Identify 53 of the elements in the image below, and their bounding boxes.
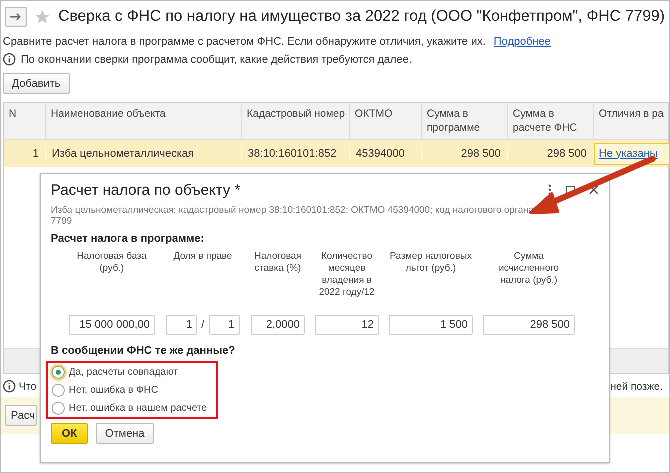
window-title: Сверка с ФНС по налогу на имущество за 2022 год (ООО "Конфетпром", ФНС 7799) (58, 8, 665, 26)
input-field[interactable]: 2,0000 (251, 315, 305, 335)
question-heading: В сообщении ФНС те же данные? (51, 345, 236, 357)
table-cell: 45394000 (350, 148, 422, 160)
star-icon[interactable] (35, 8, 51, 26)
column-header: ОКТМО (350, 103, 422, 139)
field-label: Налоговая ставка (%) (254, 251, 302, 275)
cancel-button[interactable]: Отмена (96, 423, 154, 444)
column-header: Сумма в программе (422, 103, 508, 139)
option-label[interactable]: Да, расчеты совпадают (69, 366, 178, 378)
column-header: Отличия в ра (594, 103, 669, 139)
field-label: Доля в праве (174, 251, 232, 263)
calculate-button[interactable]: Расч (5, 405, 37, 426)
close-icon[interactable] (589, 185, 599, 195)
ok-button[interactable]: ОК (51, 423, 88, 444)
field-label: Количество месяцев владения в 2022 году/12 (318, 251, 376, 299)
section-heading: Расчет налога в программе: (51, 233, 206, 245)
maximize-icon[interactable] (566, 186, 575, 194)
input-field[interactable]: 1 (166, 315, 198, 335)
forward-button[interactable] (5, 7, 28, 27)
info-icon (3, 53, 16, 66)
dialog-title: Расчет налога по объекту * (51, 182, 240, 198)
input-field[interactable]: 15 000 000,00 (69, 315, 155, 335)
table-cell: Изба цельнометаллическая (46, 148, 242, 160)
info-text: По окончании сверки программа сообщит, какие действия требуются далее. (21, 54, 412, 66)
table-cell: 1 (4, 148, 46, 160)
input-field[interactable]: 1 (208, 315, 240, 335)
field-label: Сумма исчисленного налога (руб.) (498, 251, 560, 287)
radio-button[interactable] (52, 366, 65, 378)
add-button[interactable]: Добавить (3, 73, 70, 94)
info-icon (3, 380, 16, 393)
radio-button[interactable] (52, 384, 65, 396)
input-field[interactable]: 12 (315, 315, 379, 335)
more-link[interactable]: Подробнее (494, 36, 551, 48)
field-label: Налоговая база (руб.) (76, 251, 148, 275)
arrow-icon (10, 13, 22, 21)
column-header: N (4, 103, 46, 139)
option-label[interactable]: Нет, ошибка в ФНС (69, 384, 158, 396)
table-cell: 38:10:160101:852 (242, 148, 350, 160)
input-field[interactable]: 298 500 (483, 315, 575, 335)
info-text: Что (19, 380, 37, 392)
column-header: Наименование объекта (46, 103, 242, 139)
info-text: ней позже. (610, 380, 663, 392)
column-header: Сумма в расчете ФНС (508, 103, 594, 139)
option-label[interactable]: Нет, ошибка в нашем расчете (69, 402, 208, 414)
instruction-text: Сравните расчет налога в программе с расчетом ФНС. Если обнаружите отличия, укажите их. (3, 36, 486, 48)
table-cell: 298 500 (422, 148, 508, 160)
column-header: Кадастровый номер (242, 103, 350, 139)
table-row[interactable]: 1 Изба цельнометаллическая 38:10:160101:852 45394000 298 500 298 500 Не указаны (4, 140, 668, 167)
field-label: Размер налоговых льгот (руб.) (389, 251, 473, 275)
radio-button[interactable] (52, 402, 65, 414)
input-field[interactable]: 1 500 (389, 315, 473, 335)
fraction-slash: / (201, 319, 205, 331)
